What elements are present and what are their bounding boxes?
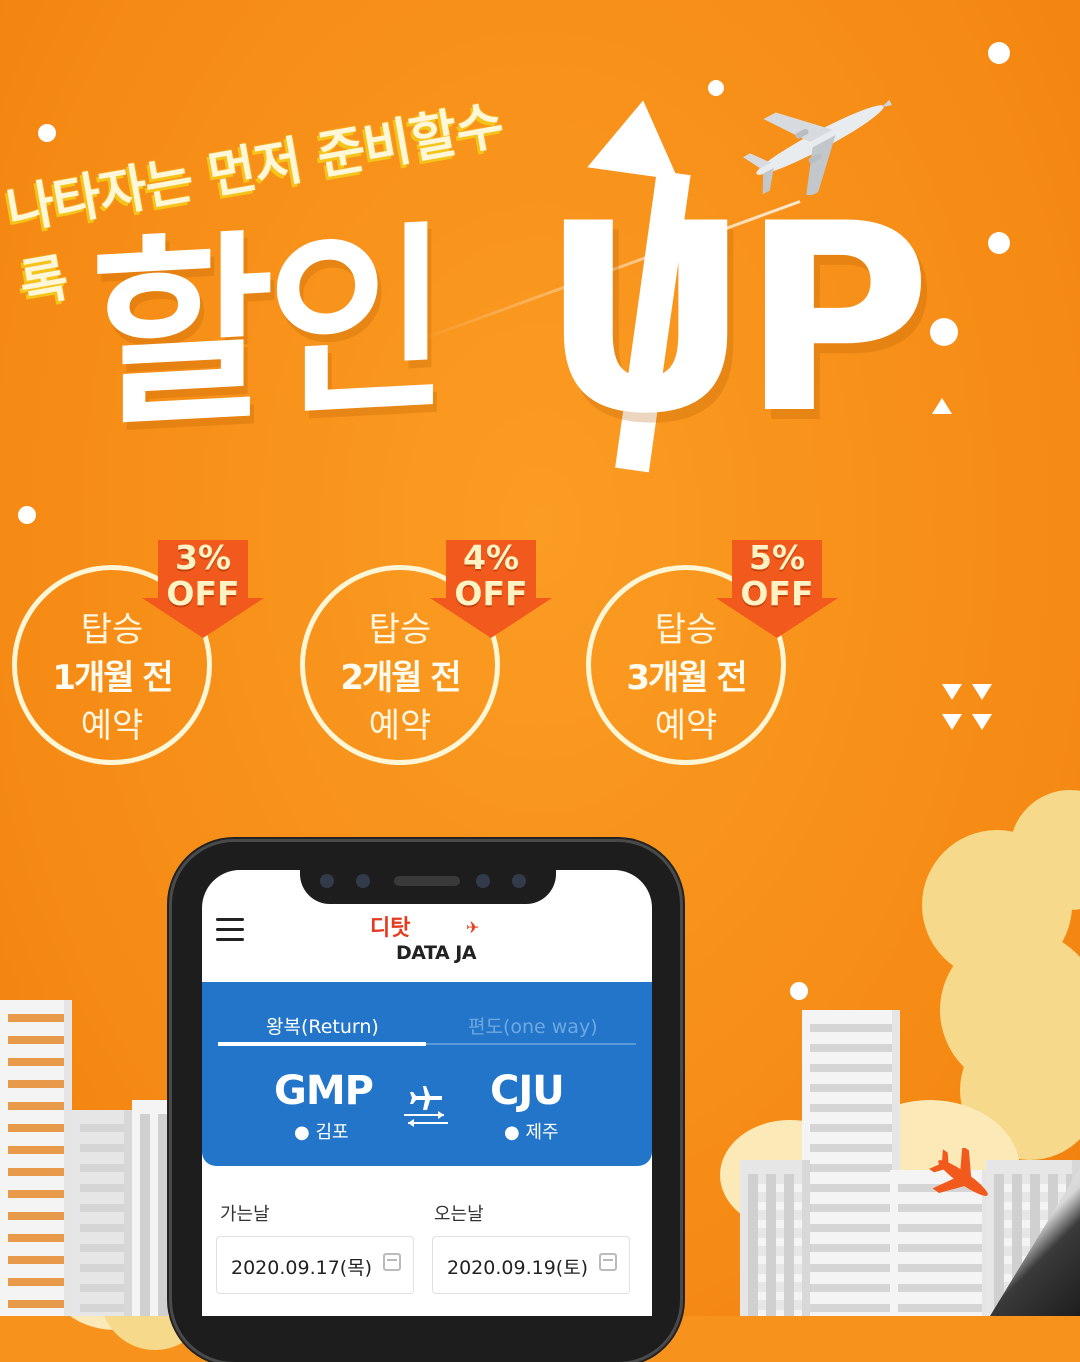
offer-line2: 1개월 전 — [52, 658, 173, 698]
location-pin-icon: ● — [504, 1122, 520, 1143]
destination-code[interactable]: CJU — [490, 1068, 565, 1114]
sparkle-dot — [708, 80, 724, 96]
badge-percent: 5% — [748, 538, 806, 577]
sparkle-triangle — [942, 714, 962, 730]
logo-mark: 디탓 — [370, 916, 411, 941]
depart-date-field[interactable]: 2020.09.17(목) — [216, 1236, 414, 1294]
camera-icon — [512, 874, 526, 888]
swap-route-icon[interactable] — [400, 1080, 452, 1128]
origin-city-label: 김포 — [315, 1122, 349, 1143]
badge-off: OFF — [740, 574, 814, 613]
building — [0, 1000, 72, 1316]
sparkle-triangle — [972, 684, 992, 700]
up-arrow-icon — [587, 93, 689, 181]
phone-notch — [300, 862, 556, 904]
sparkle-triangle — [972, 714, 992, 730]
speaker-grille — [394, 876, 460, 886]
camera-icon — [476, 874, 490, 888]
sparkle-dot — [790, 982, 808, 1000]
discount-badge: 5% OFF — [716, 538, 838, 650]
offer-line2: 3개월 전 — [626, 658, 747, 698]
origin-code[interactable]: GMP — [274, 1068, 374, 1114]
logo-word: DATA JA — [396, 942, 477, 964]
sparkle-triangle — [932, 398, 952, 414]
badge-percent: 4% — [462, 538, 520, 577]
tab-return[interactable]: 왕복(Return) — [266, 1012, 379, 1039]
badge-off: OFF — [454, 574, 528, 613]
calendar-icon — [599, 1253, 617, 1271]
offer-2-months: 탑승 2개월 전 예약 4% OFF — [300, 540, 552, 765]
discount-badge: 3% OFF — [142, 538, 264, 650]
depart-date-value: 2020.09.17(목) — [231, 1257, 373, 1279]
building — [740, 1160, 810, 1316]
sparkle-dot — [988, 232, 1010, 254]
discount-badge: 4% OFF — [430, 538, 552, 650]
sparkle-dot — [988, 42, 1010, 64]
offer-line3: 예약 — [368, 706, 432, 746]
sparkle-triangle — [942, 684, 962, 700]
origin-city: ● 김포 — [294, 1118, 349, 1144]
app-logo: 디탓 DATA JA ✈ — [370, 916, 490, 966]
depart-date-label: 가는날 — [220, 1204, 270, 1225]
logo-plane-icon: ✈ — [466, 918, 480, 937]
destination-city-label: 제주 — [525, 1122, 559, 1143]
tab-oneway[interactable]: 편도(one way) — [468, 1012, 598, 1039]
route-panel: 왕복(Return) 편도(one way) GMP ● 김포 CJU ● 제주 — [202, 982, 652, 1166]
sparkle-dot — [930, 318, 958, 346]
badge-off: OFF — [166, 574, 240, 613]
return-date-field[interactable]: 2020.09.19(토) — [432, 1236, 630, 1294]
badge-percent: 3% — [174, 538, 232, 577]
headline-up: UP — [540, 169, 932, 471]
calendar-icon — [383, 1253, 401, 1271]
tab-active-indicator — [218, 1042, 426, 1046]
offer-1-month: 탑승 1개월 전 예약 3% OFF — [12, 540, 264, 765]
offer-3-months: 탑승 3개월 전 예약 5% OFF — [586, 540, 838, 765]
offer-line2: 2개월 전 — [340, 658, 461, 698]
building — [72, 1110, 132, 1316]
sparkle-dot — [38, 124, 56, 142]
red-airplane-icon — [929, 1148, 988, 1196]
camera-icon — [356, 874, 370, 888]
offer-line3: 예약 — [654, 706, 718, 746]
offer-line3: 예약 — [80, 706, 144, 746]
camera-icon — [320, 874, 334, 888]
return-date-value: 2020.09.19(토) — [447, 1257, 589, 1279]
location-pin-icon: ● — [294, 1122, 310, 1143]
destination-city: ● 제주 — [504, 1118, 559, 1144]
menu-icon[interactable] — [216, 918, 244, 941]
return-date-label: 오는날 — [434, 1204, 484, 1225]
building — [802, 1010, 900, 1316]
sparkle-dot — [18, 506, 36, 524]
headline-discount: 할인 — [90, 203, 443, 456]
phone-screen: 디탓 DATA JA ✈ 왕복(Return) 편도(one way) GMP … — [202, 870, 652, 1316]
